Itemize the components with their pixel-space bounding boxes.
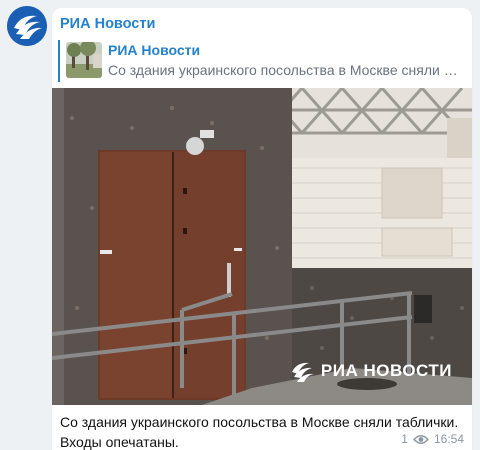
reply-thumbnail — [66, 42, 102, 78]
message-meta: 1 16:54 — [401, 432, 464, 446]
watermark: РИА НОВОСТИ — [289, 358, 452, 384]
channel-avatar[interactable] — [7, 6, 47, 46]
watermark-text: РИА НОВОСТИ — [320, 361, 452, 380]
reply-title: РИА Новости — [108, 42, 201, 58]
channel-name-link[interactable]: РИА Новости — [60, 16, 155, 32]
message-time: 16:54 — [433, 432, 464, 446]
message-bubble: РИА Новости РИА Новости Со здания украин… — [52, 8, 472, 450]
ria-watermark-icon — [291, 362, 314, 382]
views-count: 1 — [401, 432, 408, 446]
reply-snippet: Со здания украинского посольства в Москв… — [108, 62, 464, 78]
eye-icon — [413, 434, 429, 444]
ria-logo-icon — [7, 6, 47, 46]
reply-bar — [58, 40, 60, 82]
embassy-door-photo[interactable]: РИА НОВОСТИ — [52, 88, 472, 405]
reply-preview[interactable]: РИА Новости Со здания украинского посоль… — [58, 40, 466, 82]
